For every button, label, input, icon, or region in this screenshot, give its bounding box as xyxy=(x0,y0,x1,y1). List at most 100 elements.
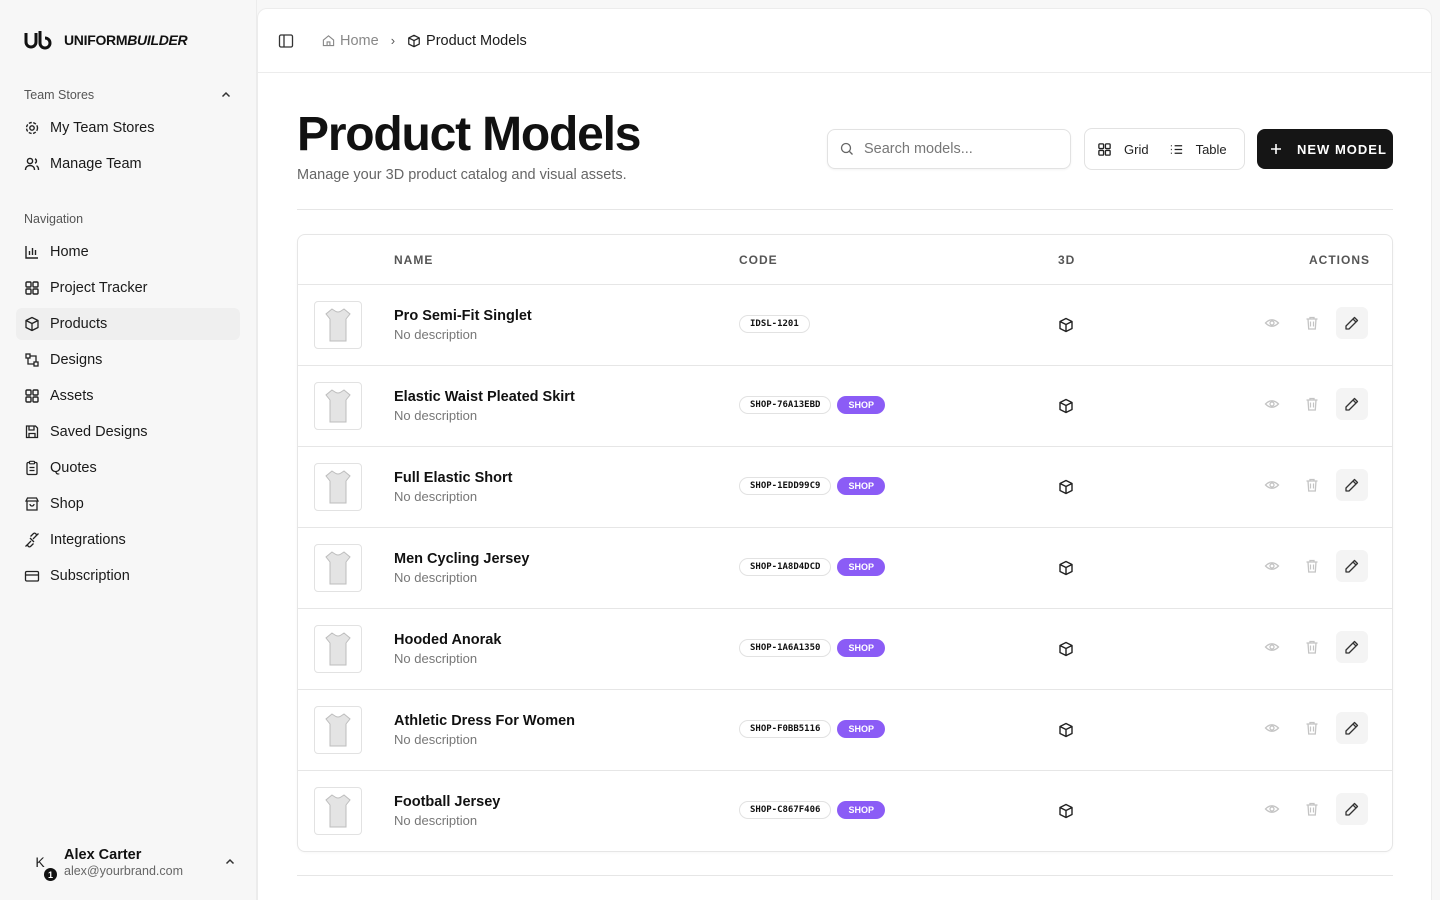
trash-icon[interactable] xyxy=(1304,639,1320,655)
edit-button[interactable] xyxy=(1336,388,1368,420)
sidebar-item-quotes[interactable]: Quotes xyxy=(16,452,240,484)
eye-icon[interactable] xyxy=(1264,315,1280,331)
cube-3d-icon[interactable] xyxy=(1058,479,1074,495)
sidebar-item-label: Designs xyxy=(50,352,103,368)
column-header-3d: 3D xyxy=(1058,253,1076,267)
notification-badge: 1 xyxy=(44,868,57,881)
bar-chart-icon xyxy=(25,246,38,259)
sidebar-item-label: Project Tracker xyxy=(50,280,148,296)
table-row[interactable]: Football Jersey No description SHOP-C867… xyxy=(298,771,1392,851)
trash-icon[interactable] xyxy=(1304,720,1320,736)
eye-icon[interactable] xyxy=(1264,396,1280,412)
page-title: Product Models xyxy=(297,108,641,161)
navigation-section: Navigation xyxy=(24,212,232,226)
shop-badge: SHOP xyxy=(837,720,885,738)
table-row[interactable]: Hooded Anorak No description SHOP-1A6A13… xyxy=(298,609,1392,690)
table-row[interactable]: Men Cycling Jersey No description SHOP-1… xyxy=(298,528,1392,609)
avatar: K 1 xyxy=(24,846,57,881)
sidebar-item-manage-team[interactable]: Manage Team xyxy=(16,148,240,180)
cube-3d-icon[interactable] xyxy=(1058,722,1074,738)
chevron-up-icon xyxy=(221,91,231,98)
sidebar-item-shop[interactable]: Shop xyxy=(16,488,240,520)
eye-icon[interactable] xyxy=(1264,639,1280,655)
edit-button[interactable] xyxy=(1336,631,1368,663)
sidebar-item-saved-designs[interactable]: Saved Designs xyxy=(16,416,240,448)
sidebar-toggle-icon[interactable] xyxy=(278,33,294,49)
eye-icon[interactable] xyxy=(1264,558,1280,574)
table-row[interactable]: Full Elastic Short No description SHOP-1… xyxy=(298,447,1392,528)
eye-icon[interactable] xyxy=(1264,801,1280,817)
pencil-icon xyxy=(1345,640,1359,654)
sidebar-item-subscription[interactable]: Subscription xyxy=(16,560,240,592)
product-name: Men Cycling Jersey xyxy=(394,551,530,567)
cube-3d-icon[interactable] xyxy=(1058,317,1074,333)
product-code: SHOP-76A13EBD xyxy=(739,396,832,414)
product-name: Hooded Anorak xyxy=(394,632,502,648)
cube-3d-icon[interactable] xyxy=(1058,641,1074,657)
sidebar-item-project-tracker[interactable]: Project Tracker xyxy=(16,272,240,304)
sidebar-item-label: Subscription xyxy=(50,568,130,584)
trash-icon[interactable] xyxy=(1304,396,1320,412)
column-header-name: NAME xyxy=(394,253,434,267)
plus-icon xyxy=(1271,144,1281,154)
shop-badge: SHOP xyxy=(837,396,885,414)
grid-view-button[interactable]: Grid xyxy=(1097,142,1149,157)
clipboard-icon xyxy=(26,460,38,476)
product-code-cell: SHOP-76A13EBD SHOP xyxy=(739,396,885,414)
gear-icon xyxy=(25,121,39,135)
sidebar-item-designs[interactable]: Designs xyxy=(16,344,240,376)
product-code-cell: SHOP-1EDD99C9 SHOP xyxy=(739,477,885,495)
cube-3d-icon[interactable] xyxy=(1058,398,1074,414)
table-row[interactable]: Athletic Dress For Women No description … xyxy=(298,690,1392,771)
product-code-cell: SHOP-1A8D4DCD SHOP xyxy=(739,558,885,576)
garment-icon xyxy=(325,551,351,585)
shop-badge: SHOP xyxy=(837,639,885,657)
edit-button[interactable] xyxy=(1336,307,1368,339)
sidebar-item-products[interactable]: Products xyxy=(16,308,240,340)
sidebar-item-assets[interactable]: Assets xyxy=(16,380,240,412)
search-box[interactable] xyxy=(827,129,1071,169)
logo-mark-icon xyxy=(24,31,52,50)
shop-badge: SHOP xyxy=(837,558,885,576)
trash-icon[interactable] xyxy=(1304,477,1320,493)
product-thumbnail xyxy=(314,625,362,673)
sidebar-item-my-team-stores[interactable]: My Team Stores xyxy=(16,112,240,144)
cube-3d-icon[interactable] xyxy=(1058,803,1074,819)
edit-button[interactable] xyxy=(1336,550,1368,582)
section-label: Team Stores xyxy=(24,88,95,102)
user-menu[interactable]: K 1 Alex Carter alex@yourbrand.com xyxy=(24,842,236,882)
sidebar-item-label: Assets xyxy=(50,388,94,404)
section-label: Navigation xyxy=(24,212,84,226)
cube-3d-icon[interactable] xyxy=(1058,560,1074,576)
breadcrumb-current: Product Models xyxy=(407,33,527,49)
edit-button[interactable] xyxy=(1336,793,1368,825)
edit-button[interactable] xyxy=(1336,469,1368,501)
trash-icon[interactable] xyxy=(1304,315,1320,331)
product-thumbnail xyxy=(314,301,362,349)
table-row[interactable]: Elastic Waist Pleated Skirt No descripti… xyxy=(298,366,1392,447)
new-model-button[interactable]: NEW MODEL xyxy=(1257,129,1393,169)
product-description: No description xyxy=(394,651,478,666)
team-stores-section[interactable]: Team Stores xyxy=(24,88,232,102)
eye-icon[interactable] xyxy=(1264,720,1280,736)
sidebar-item-integrations[interactable]: Integrations xyxy=(16,524,240,556)
sidebar-item-home[interactable]: Home xyxy=(16,236,240,268)
sidebar-item-label: Shop xyxy=(50,496,84,512)
product-code: SHOP-F0BB5116 xyxy=(739,720,832,738)
avatar-initial: K xyxy=(35,854,45,870)
trash-icon[interactable] xyxy=(1304,558,1320,574)
column-header-code: CODE xyxy=(739,253,778,267)
brand-logo[interactable]: UNIFORMBUILDER xyxy=(24,30,188,50)
trash-icon[interactable] xyxy=(1304,801,1320,817)
product-description: No description xyxy=(394,813,478,828)
search-input[interactable] xyxy=(864,141,1054,157)
table-view-button[interactable]: Table xyxy=(1169,142,1227,157)
eye-icon[interactable] xyxy=(1264,477,1280,493)
product-code-cell: IDSL-1201 xyxy=(739,315,810,333)
breadcrumb-home-label: Home xyxy=(340,32,379,49)
breadcrumb-current-label: Product Models xyxy=(426,32,527,49)
table-row[interactable]: Pro Semi-Fit Singlet No description IDSL… xyxy=(298,285,1392,366)
breadcrumb-home[interactable]: Home xyxy=(322,33,379,49)
chevron-up-icon xyxy=(225,858,235,865)
edit-button[interactable] xyxy=(1336,712,1368,744)
